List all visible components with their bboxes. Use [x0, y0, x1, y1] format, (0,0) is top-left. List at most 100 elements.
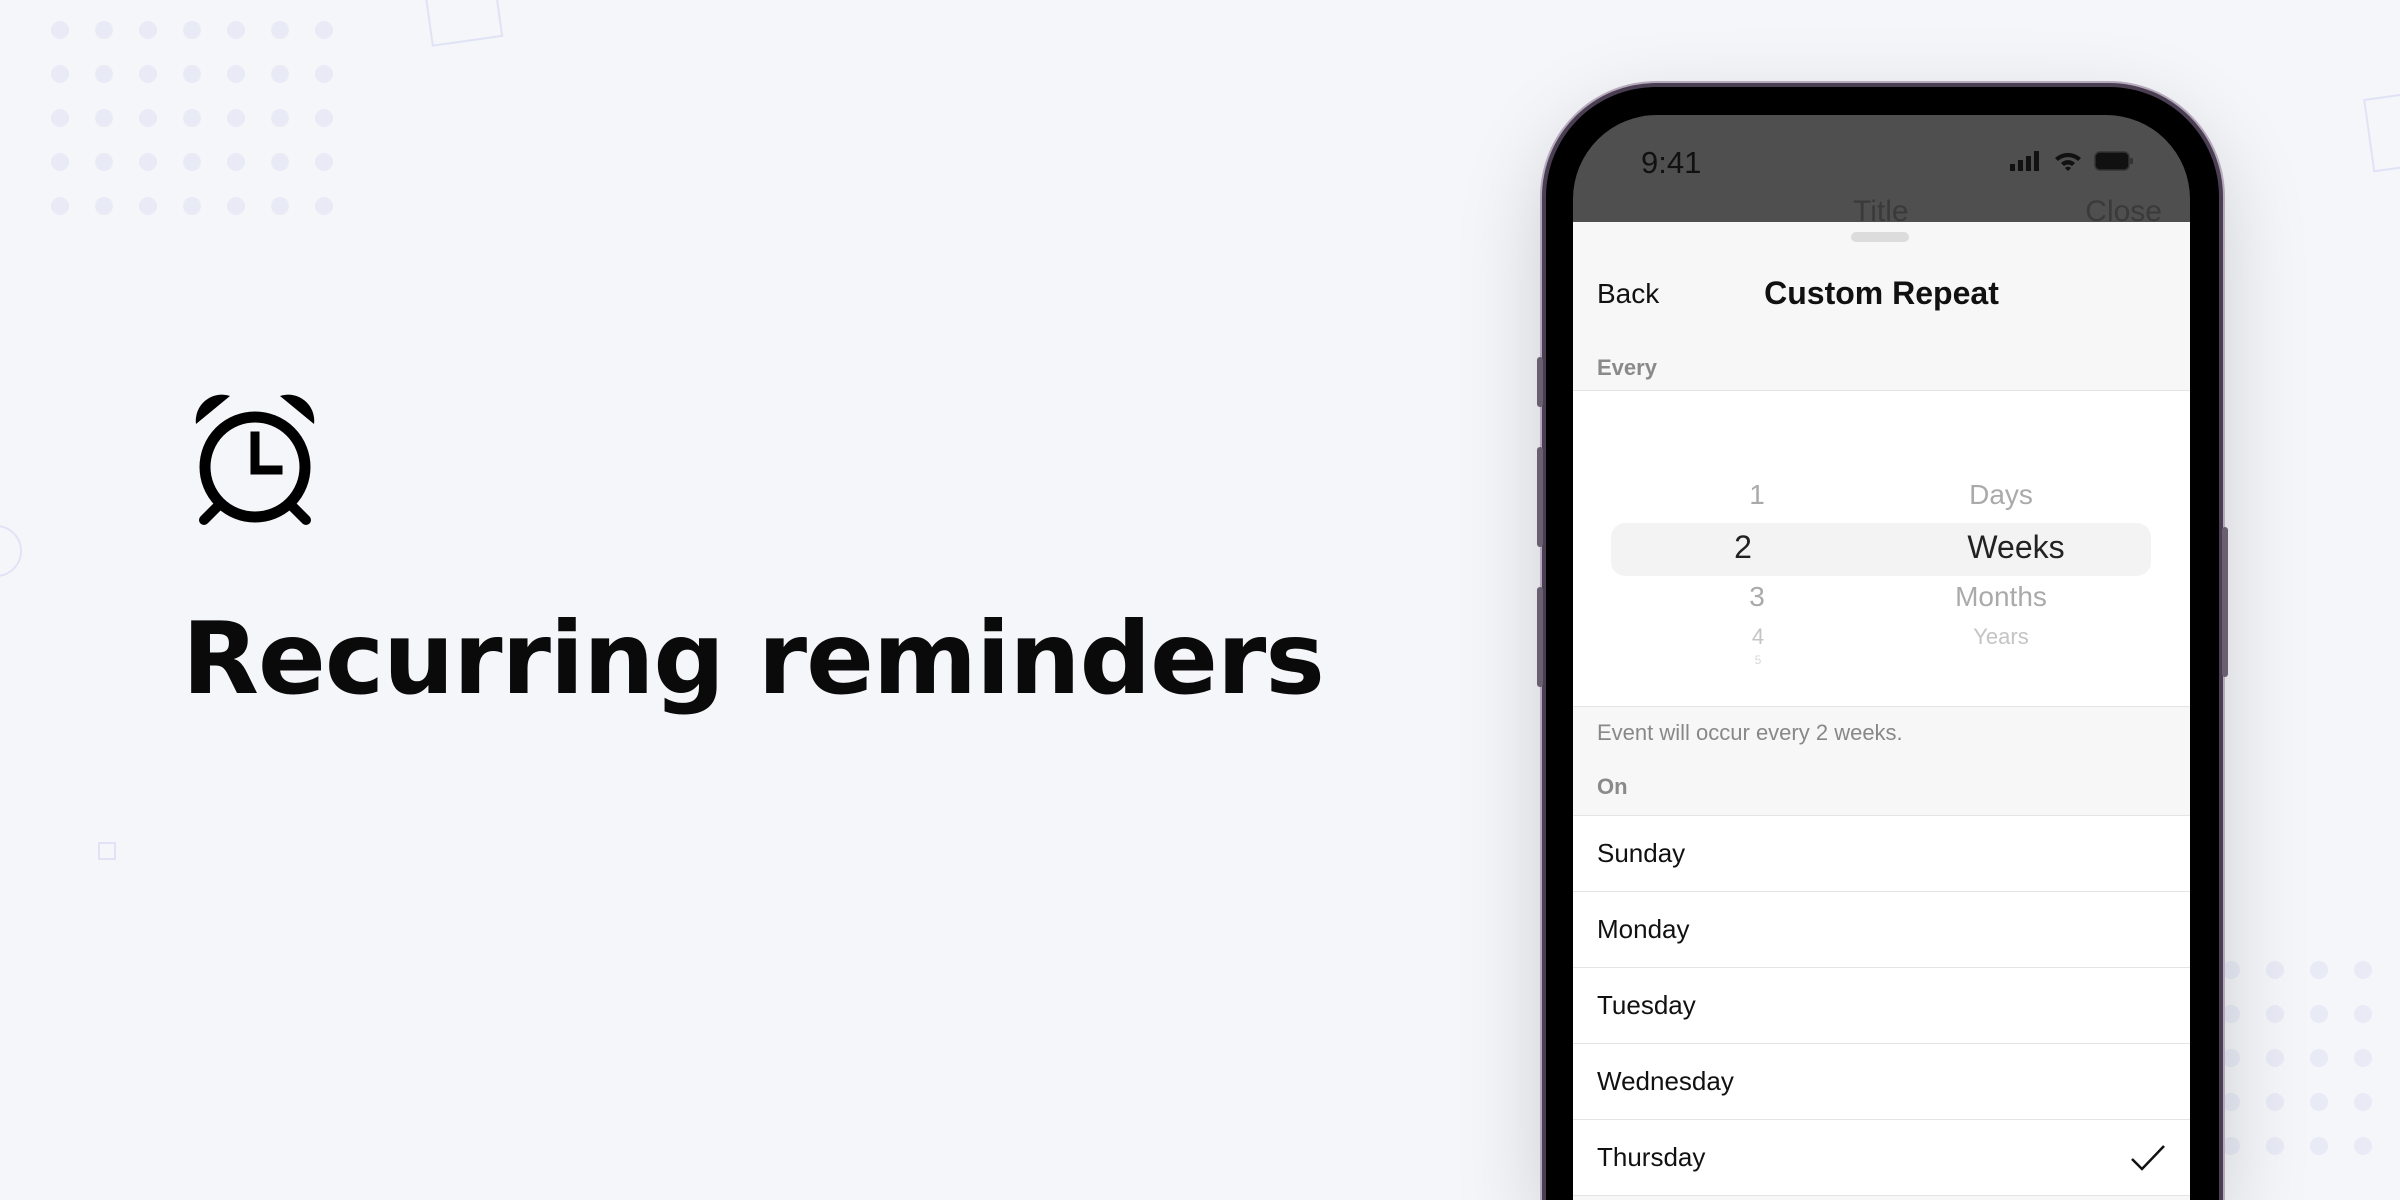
wifi-icon: [2055, 152, 2081, 171]
picker-unit[interactable]: Years: [1973, 624, 2028, 650]
page-title: Recurring reminders: [182, 600, 1325, 717]
decorative-dot: [2354, 1137, 2372, 1155]
every-section-label: Every: [1597, 355, 1657, 380]
decorative-dot: [95, 109, 113, 127]
decorative-square: [2363, 91, 2400, 173]
picker-number[interactable]: 1: [1749, 479, 1765, 511]
picker-number[interactable]: 5: [1755, 653, 1762, 667]
decorative-dot: [271, 153, 289, 171]
picker-number[interactable]: 3: [1749, 581, 1765, 613]
decorative-dot: [51, 197, 69, 215]
weekday-row-monday[interactable]: Monday: [1573, 891, 2190, 967]
decorative-dot: [139, 21, 157, 39]
weekday-row-thursday[interactable]: Thursday: [1573, 1119, 2190, 1195]
decorative-dot: [227, 109, 245, 127]
decorative-dot: [271, 197, 289, 215]
decorative-square: [98, 842, 116, 860]
decorative-dot: [2222, 1137, 2240, 1155]
decorative-dot: [139, 153, 157, 171]
sheet-drag-handle[interactable]: [1851, 232, 1909, 242]
checkmark-icon: [2131, 1144, 2165, 1171]
weekday-row-tuesday[interactable]: Tuesday: [1573, 967, 2190, 1043]
phone-mockup: 9:41 Title Close Back Custom Repeat Ever…: [1537, 87, 2228, 1200]
decorative-dot: [2354, 1093, 2372, 1111]
phone-side-button: [2222, 527, 2228, 677]
decorative-dot: [139, 197, 157, 215]
decorative-dot: [271, 109, 289, 127]
weekday-label: Sunday: [1597, 838, 1686, 868]
decorative-dot: [271, 65, 289, 83]
decorative-dot: [227, 197, 245, 215]
picker-unit[interactable]: Days: [1969, 479, 2033, 511]
on-section-label: On: [1597, 774, 1628, 799]
decorative-dot: [51, 65, 69, 83]
decorative-dot: [2354, 1005, 2372, 1023]
interval-picker[interactable]: 1 2 3 4 5 Days Weeks Months Years: [1573, 390, 2190, 707]
alarm-clock-icon: [195, 394, 315, 525]
weekday-list: Sunday Monday Tuesday Wednesday Thursday: [1573, 815, 2190, 1196]
decorative-dot: [2354, 961, 2372, 979]
decorative-dots-top-left: [51, 21, 333, 215]
decorative-dots-bottom-right: [2222, 961, 2372, 1155]
decorative-square: [424, 0, 504, 47]
weekday-row-wednesday[interactable]: Wednesday: [1573, 1043, 2190, 1119]
decorative-dot: [227, 65, 245, 83]
decorative-dot: [139, 109, 157, 127]
picker-selection-highlight: [1611, 523, 2151, 576]
decorative-dot: [51, 109, 69, 127]
sheet-title: Custom Repeat: [1764, 275, 1999, 311]
picker-number[interactable]: 4: [1752, 624, 1764, 650]
decorative-dot: [183, 65, 201, 83]
decorative-dot: [2222, 1049, 2240, 1067]
decorative-dot: [51, 153, 69, 171]
decorative-dot: [2310, 1049, 2328, 1067]
decorative-dot: [183, 153, 201, 171]
picker-unit[interactable]: Months: [1955, 581, 2047, 613]
decorative-dot: [2354, 1049, 2372, 1067]
decorative-dot: [95, 65, 113, 83]
decorative-circle: [0, 525, 22, 577]
decorative-dot: [227, 21, 245, 39]
cellular-signal-icon: [2010, 151, 2039, 171]
status-time: 9:41: [1641, 145, 1702, 180]
custom-repeat-sheet: Back Custom Repeat Every 1 2 3 4 5 Days …: [1573, 222, 2190, 1200]
decorative-dot: [183, 109, 201, 127]
decorative-dot: [2266, 1005, 2284, 1023]
decorative-dot: [2310, 961, 2328, 979]
decorative-dot: [2310, 1005, 2328, 1023]
decorative-dot: [51, 21, 69, 39]
battery-icon: [2094, 151, 2133, 171]
decorative-dot: [227, 153, 245, 171]
decorative-dot: [271, 21, 289, 39]
decorative-dot: [2266, 1137, 2284, 1155]
decorative-dot: [95, 153, 113, 171]
decorative-dot: [315, 197, 333, 215]
weekday-label: Thursday: [1597, 1142, 1706, 1172]
decorative-dot: [183, 21, 201, 39]
decorative-dot: [183, 197, 201, 215]
phone-side-button: [1537, 587, 1543, 687]
weekday-label: Monday: [1597, 914, 1690, 944]
decorative-dot: [2266, 1049, 2284, 1067]
decorative-dot: [315, 21, 333, 39]
phone-side-button: [1537, 357, 1543, 407]
decorative-dot: [2310, 1137, 2328, 1155]
phone-screen: 9:41 Title Close Back Custom Repeat Ever…: [1573, 115, 2190, 1200]
picker-unit-selected[interactable]: Weeks: [1967, 529, 2064, 566]
decorative-dot: [315, 65, 333, 83]
decorative-dot: [95, 21, 113, 39]
decorative-dot: [2266, 961, 2284, 979]
decorative-dot: [139, 65, 157, 83]
decorative-dot: [2266, 1093, 2284, 1111]
repeat-summary: Event will occur every 2 weeks.: [1597, 720, 1903, 745]
decorative-dot: [95, 197, 113, 215]
weekday-row-sunday[interactable]: Sunday: [1573, 815, 2190, 891]
decorative-dot: [2222, 1005, 2240, 1023]
weekday-label: Wednesday: [1597, 1066, 1734, 1096]
picker-number-selected[interactable]: 2: [1734, 529, 1752, 566]
status-icons: [2010, 151, 2134, 171]
decorative-dot: [315, 109, 333, 127]
decorative-dot: [2222, 1093, 2240, 1111]
decorative-dot: [2310, 1093, 2328, 1111]
weekday-label: Tuesday: [1597, 990, 1696, 1020]
